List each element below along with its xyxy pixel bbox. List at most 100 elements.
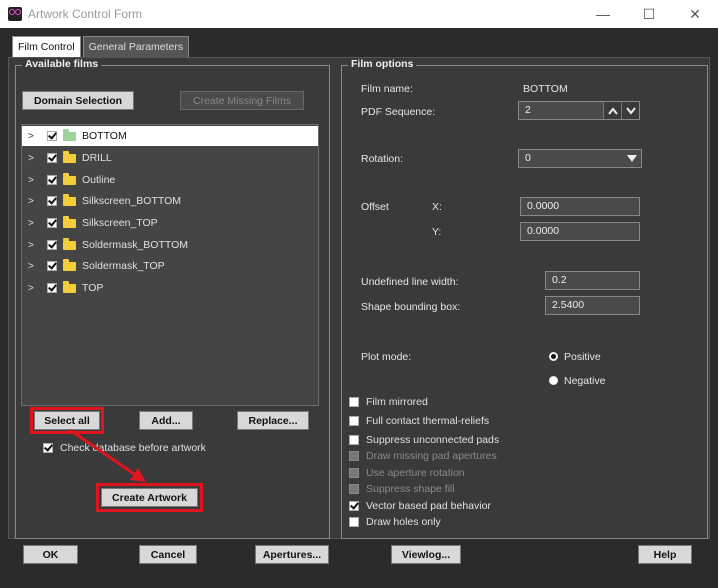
- tab-general-parameters[interactable]: General Parameters: [82, 36, 190, 58]
- positive-radio[interactable]: [549, 352, 558, 361]
- option-label: Draw missing pad apertures: [366, 450, 497, 462]
- footer-bar: [0, 540, 718, 588]
- check-database-checkbox[interactable]: [43, 443, 53, 453]
- option-suppress-unconnected[interactable]: Suppress unconnected pads: [349, 433, 499, 447]
- option-checkbox[interactable]: [349, 517, 359, 527]
- option-checkbox[interactable]: [349, 397, 359, 407]
- option-checkbox[interactable]: [349, 484, 359, 494]
- option-checkbox[interactable]: [349, 435, 359, 445]
- apertures-button[interactable]: Apertures...: [255, 545, 329, 564]
- tree-row[interactable]: > DRILL: [22, 148, 318, 168]
- pdf-sequence-input[interactable]: 2: [518, 101, 640, 120]
- replace-button[interactable]: Replace...: [237, 411, 309, 430]
- shape-bounding-box-input[interactable]: 2.5400: [545, 296, 640, 315]
- chevron-right-icon[interactable]: >: [28, 153, 38, 164]
- option-label: Use aperture rotation: [366, 467, 465, 479]
- tree-row[interactable]: > Soldermask_TOP: [22, 256, 318, 276]
- folder-icon: [63, 280, 76, 293]
- film-checkbox[interactable]: [47, 175, 57, 185]
- chevron-right-icon[interactable]: >: [28, 175, 38, 186]
- folder-icon: [63, 172, 76, 185]
- chevron-right-icon[interactable]: >: [28, 131, 38, 142]
- option-checkbox[interactable]: [349, 501, 359, 511]
- option-aperture-rotation[interactable]: Use aperture rotation: [349, 466, 465, 480]
- films-tree[interactable]: > BOTTOM > DRILL > Outline > Silkscreen_…: [21, 124, 319, 406]
- option-vector-pad[interactable]: Vector based pad behavior: [349, 499, 491, 513]
- film-name-label: Film name:: [361, 83, 413, 95]
- help-button[interactable]: Help: [638, 545, 692, 564]
- film-checkbox[interactable]: [47, 218, 57, 228]
- pdf-sequence-value: 2: [525, 104, 531, 116]
- positive-label: Positive: [564, 351, 601, 363]
- add-button[interactable]: Add...: [139, 411, 193, 430]
- domain-selection-button[interactable]: Domain Selection: [22, 91, 134, 110]
- tree-row[interactable]: > Soldermask_BOTTOM: [22, 235, 318, 255]
- option-checkbox[interactable]: [349, 416, 359, 426]
- option-draw-holes[interactable]: Draw holes only: [349, 515, 441, 529]
- shape-bounding-box-label: Shape bounding box:: [361, 301, 461, 313]
- option-draw-missing[interactable]: Draw missing pad apertures: [349, 449, 497, 463]
- film-checkbox[interactable]: [47, 240, 57, 250]
- offset-y-input[interactable]: 0.0000: [520, 222, 640, 241]
- viewlog-button[interactable]: Viewlog...: [391, 545, 461, 564]
- film-checkbox[interactable]: [47, 196, 57, 206]
- folder-icon: [63, 193, 76, 206]
- film-options-legend: Film options: [348, 58, 417, 70]
- film-checkbox[interactable]: [47, 131, 57, 141]
- title-bar: Artwork Control Form — ☐ ✕: [0, 0, 718, 28]
- tree-row[interactable]: > Silkscreen_TOP: [22, 213, 318, 233]
- chevron-right-icon[interactable]: >: [28, 283, 38, 294]
- folder-icon: [63, 128, 76, 141]
- rotation-select[interactable]: 0: [518, 149, 642, 168]
- rotation-label: Rotation:: [361, 153, 404, 165]
- maximize-button[interactable]: ☐: [626, 0, 672, 28]
- film-label: Silkscreen_BOTTOM: [82, 195, 181, 207]
- pdf-sequence-label: PDF Sequence:: [361, 106, 436, 118]
- check-database-option[interactable]: Check database before artwork: [43, 441, 206, 455]
- tab-film-control[interactable]: Film Control: [12, 36, 81, 58]
- check-database-label: Check database before artwork: [60, 442, 206, 454]
- film-checkbox[interactable]: [47, 261, 57, 271]
- folder-icon: [63, 150, 76, 163]
- offset-x-label: X:: [432, 201, 442, 213]
- minimize-button[interactable]: —: [580, 0, 626, 28]
- select-all-highlight: [30, 407, 104, 434]
- chevron-right-icon[interactable]: >: [28, 261, 38, 272]
- tree-row[interactable]: > BOTTOM: [22, 126, 318, 146]
- option-label: Draw holes only: [366, 516, 441, 528]
- option-checkbox[interactable]: [349, 468, 359, 478]
- spin-up-icon[interactable]: [603, 102, 621, 119]
- available-films-legend: Available films: [22, 58, 102, 70]
- film-label: Soldermask_TOP: [82, 260, 165, 272]
- folder-icon: [63, 215, 76, 228]
- film-label: Soldermask_BOTTOM: [82, 239, 188, 251]
- offset-x-input[interactable]: 0.0000: [520, 197, 640, 216]
- undefined-line-width-label: Undefined line width:: [361, 276, 459, 288]
- chevron-right-icon[interactable]: >: [28, 240, 38, 251]
- tree-row[interactable]: > Silkscreen_BOTTOM: [22, 191, 318, 211]
- chevron-right-icon[interactable]: >: [28, 196, 38, 207]
- negative-label: Negative: [564, 375, 606, 387]
- option-checkbox[interactable]: [349, 451, 359, 461]
- spin-down-icon[interactable]: [621, 102, 639, 119]
- negative-radio[interactable]: [549, 376, 558, 385]
- ok-button[interactable]: OK: [23, 545, 78, 564]
- cancel-button[interactable]: Cancel: [139, 545, 197, 564]
- tree-row[interactable]: > Outline: [22, 170, 318, 190]
- create-missing-films-button[interactable]: Create Missing Films: [180, 91, 304, 110]
- chevron-down-icon[interactable]: [627, 155, 637, 162]
- chevron-right-icon[interactable]: >: [28, 218, 38, 229]
- close-button[interactable]: ✕: [672, 0, 718, 28]
- tree-row[interactable]: > TOP: [22, 278, 318, 298]
- film-checkbox[interactable]: [47, 153, 57, 163]
- film-label: Silkscreen_TOP: [82, 217, 158, 229]
- option-film-mirrored[interactable]: Film mirrored: [349, 395, 428, 409]
- option-suppress-shape-fill[interactable]: Suppress shape fill: [349, 482, 455, 496]
- option-full-contact[interactable]: Full contact thermal-reliefs: [349, 414, 489, 428]
- option-label: Film mirrored: [366, 396, 428, 408]
- film-label: Outline: [82, 174, 116, 186]
- tab-bar: Film Control General Parameters: [12, 36, 191, 58]
- film-checkbox[interactable]: [47, 283, 57, 293]
- option-label: Vector based pad behavior: [366, 500, 491, 512]
- undefined-line-width-input[interactable]: 0.2: [545, 271, 640, 290]
